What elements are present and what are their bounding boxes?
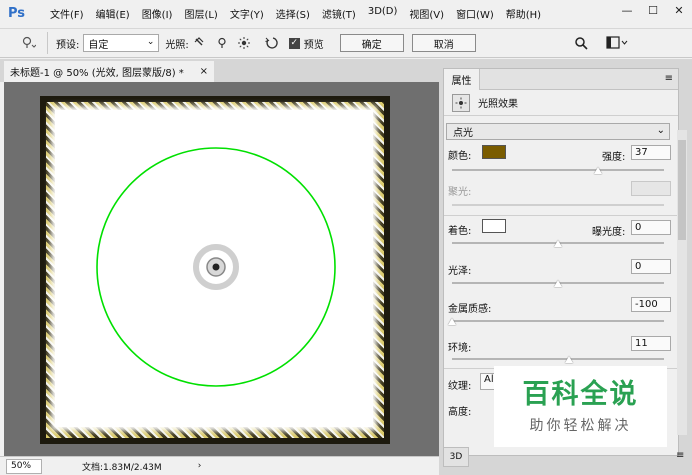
gloss-field[interactable]: 0 [631,259,671,274]
properties-title: 光照效果 [478,99,518,110]
light-type-select[interactable]: 点光 ⌄ [446,123,670,140]
menu-filter[interactable]: 滤镜(T) [322,6,356,21]
panel-menu-icon[interactable]: ≡ [665,73,673,84]
menu-edit[interactable]: 编辑(E) [96,6,130,21]
cancel-button[interactable]: 取消 [411,34,476,52]
workspace-icon [606,36,628,49]
tint-color-swatch[interactable] [482,219,506,233]
hotspot-field [631,181,671,196]
light-color-swatch[interactable] [482,145,506,159]
close-tab-icon[interactable]: × [200,66,208,77]
3d-panel-menu-icon[interactable]: ≡ [676,450,684,461]
hotspot-label: 聚光: [448,187,472,198]
properties-tabbar: 属性 ≡ [444,69,678,90]
status-bar: 50% 文档:1.83M/2.43M › [0,456,439,475]
menu-file[interactable]: 文件(F) [50,6,84,21]
ambience-label: 环境: [448,343,472,354]
search-button[interactable] [570,33,592,53]
window-controls: — ☐ ✕ [614,0,692,20]
scrollbar-thumb[interactable] [678,140,686,240]
spot-light-icon [194,37,204,46]
texture-label: 纹理: [448,381,472,392]
metallic-label: 金属质感: [448,304,492,315]
ambience-field[interactable]: 11 [631,336,671,351]
close-window-button[interactable]: ✕ [666,0,692,20]
menu-view[interactable]: 视图(V) [409,6,444,21]
watermark-subtitle: 助你轻松解决 [529,417,632,434]
menu-window[interactable]: 窗口(W) [456,6,494,21]
add-point-light-button[interactable] [211,33,233,53]
properties-header: 光照效果 [444,90,678,116]
intensity-label: 强度: [602,152,626,163]
zoom-level-field[interactable]: 50% [6,458,42,474]
ambience-slider-track[interactable] [452,358,664,360]
menu-layer[interactable]: 图层(L) [184,6,217,21]
metallic-slider-thumb[interactable] [448,318,456,325]
search-icon [575,37,588,50]
minimize-button[interactable]: — [614,0,640,20]
menu-bar: Ps 文件(F) 编辑(E) 图像(I) 图层(L) 文字(Y) 选择(S) 滤… [0,0,692,27]
document-size-info: 文档:1.83M/2.43M [82,462,162,473]
intensity-slider-track[interactable] [452,169,664,171]
document-tab[interactable]: 未标题-1 @ 50% (光效, 图层蒙版/8) * × [4,61,214,82]
tab-properties[interactable]: 属性 [444,69,480,90]
light-center-dot [212,263,220,271]
lights-label: 光照: [165,39,189,51]
menu-image[interactable]: 图像(I) [142,6,173,21]
infinite-light-icon [237,37,250,49]
light-bulb-icon [22,36,36,48]
maximize-button[interactable]: ☐ [640,0,666,20]
metallic-field[interactable]: -100 [631,297,671,312]
preset-label: 预设: [56,39,80,51]
options-bar: 预设: 自定 ⌄ 光照: ✓ 预览 确定 取消 [0,28,692,58]
chevron-down-icon: ⌄ [656,125,665,136]
point-light-icon [218,37,226,48]
ambience-slider-thumb[interactable] [564,356,573,363]
document-tab-title: 未标题-1 @ 50% (光效, 图层蒙版/8) * [10,68,184,79]
exposure-field[interactable]: 0 [631,220,671,235]
menu-type[interactable]: 文字(Y) [230,6,264,21]
ok-button[interactable]: 确定 [339,34,404,52]
section-divider [444,215,678,216]
intensity-slider-thumb[interactable] [594,167,603,174]
watermark-title: 百科全说 [522,378,639,410]
reset-lights-button[interactable] [261,33,283,53]
menu-help[interactable]: 帮助(H) [506,6,541,21]
intensity-field[interactable]: 37 [631,145,671,160]
hotspot-slider-track [452,204,664,206]
chevron-down-icon: ⌄ [146,37,155,47]
color-label: 颜色: [448,151,472,162]
properties-scrollbar[interactable] [677,130,687,435]
status-menu-arrow[interactable]: › [198,461,202,471]
tool-preset-picker[interactable] [8,32,48,54]
workspace-switcher[interactable] [602,33,632,53]
height-label: 高度: [448,407,472,418]
preview-checkbox[interactable]: ✓ [288,37,300,49]
menu-select[interactable]: 选择(S) [276,6,310,21]
light-type-value: 点光 [453,128,473,139]
metallic-slider-track[interactable] [452,320,664,322]
add-infinite-light-button[interactable] [233,33,255,53]
menu-items: 文件(F) 编辑(E) 图像(I) 图层(L) 文字(Y) 选择(S) 滤镜(T… [50,6,553,21]
tint-label: 着色: [448,226,472,237]
rotate-icon [265,37,278,49]
menu-3d[interactable]: 3D(D) [368,6,398,21]
canvas-workspace[interactable] [4,82,439,456]
add-spot-light-button[interactable] [189,33,211,53]
lighting-effects-icon [452,93,470,112]
gloss-slider-thumb[interactable] [554,280,562,287]
exposure-slider-thumb[interactable] [554,240,562,247]
exposure-label: 曝光度: [592,227,626,238]
photoshop-logo: Ps [8,6,26,21]
light-widget-overlay [96,147,336,387]
preset-value: 自定 [88,39,109,51]
watermark: 百科全说 助你轻松解决 [494,366,667,447]
preview-label: 预览 [303,39,324,51]
preset-select[interactable]: 自定 ⌄ [83,34,160,52]
document-tab-strip: 未标题-1 @ 50% (光效, 图层蒙版/8) * × [0,59,439,82]
gloss-label: 光泽: [448,266,472,277]
tab-3d[interactable]: 3D [443,447,469,467]
